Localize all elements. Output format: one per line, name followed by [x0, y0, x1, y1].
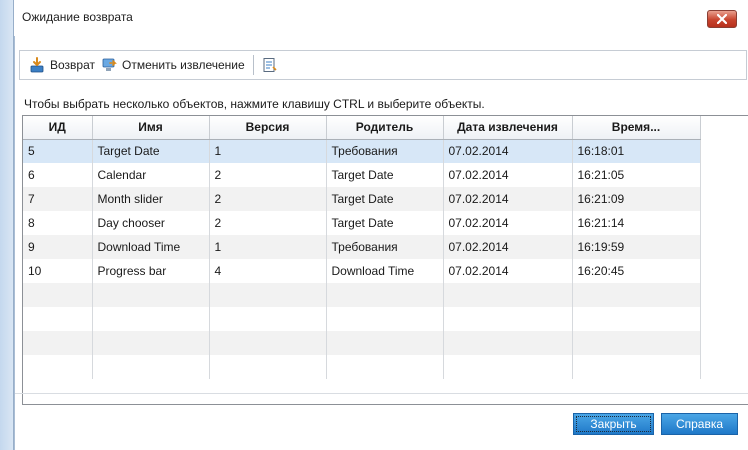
- checkin-label: Возврат: [50, 58, 95, 72]
- cell-parent: Target Date: [326, 163, 444, 187]
- cell-time: 16:21:14: [572, 211, 701, 235]
- dialog-content: Возврат Отменить извлечение Чтобы выбрат…: [14, 36, 748, 450]
- cell-time: 16:19:59: [572, 235, 701, 259]
- cell-time: 16:18:01: [572, 139, 701, 163]
- table-row[interactable]: 7 Month slider 2 Target Date 07.02.2014 …: [23, 187, 701, 211]
- cell-id: 6: [23, 163, 93, 187]
- toolbar-separator: [252, 55, 254, 75]
- selection-hint: Чтобы выбрать несколько объектов, нажмит…: [24, 97, 485, 111]
- cell-parent: Требования: [326, 139, 444, 163]
- table-row[interactable]: 8 Day chooser 2 Target Date 07.02.2014 1…: [23, 211, 701, 235]
- cell-name: Month slider: [92, 187, 210, 211]
- toolbar: Возврат Отменить извлечение: [19, 50, 747, 80]
- column-header-parent[interactable]: Родитель: [326, 116, 444, 140]
- cell-version: 1: [209, 139, 327, 163]
- table-row[interactable]: 5 Target Date 1 Требования 07.02.2014 16…: [23, 139, 701, 163]
- close-button[interactable]: Закрыть: [573, 413, 654, 435]
- cell-id: 10: [23, 259, 93, 283]
- cell-time: 16:20:45: [572, 259, 701, 283]
- cell-version: 4: [209, 259, 327, 283]
- close-icon: [717, 14, 727, 24]
- details-button[interactable]: [259, 54, 286, 76]
- help-button[interactable]: Справка: [661, 413, 738, 435]
- window-title: Ожидание возврата: [22, 10, 133, 24]
- checkin-button[interactable]: Возврат: [26, 54, 98, 76]
- cell-version: 2: [209, 211, 327, 235]
- undo-checkout-icon: [102, 58, 117, 71]
- checkout-grid[interactable]: ИД Имя Версия Родитель Дата извлечения В…: [22, 115, 748, 405]
- column-header-checkout-date[interactable]: Дата извлечения: [443, 116, 573, 140]
- undo-checkout-button[interactable]: Отменить извлечение: [98, 54, 248, 76]
- cell-id: 8: [23, 211, 93, 235]
- empty-row: [23, 307, 701, 331]
- cell-parent: Требования: [326, 235, 444, 259]
- cell-id: 7: [23, 187, 93, 211]
- undo-checkout-label: Отменить извлечение: [122, 58, 245, 72]
- column-header-time[interactable]: Время...: [572, 116, 701, 140]
- column-header-version[interactable]: Версия: [209, 116, 327, 140]
- column-header-name[interactable]: Имя: [92, 116, 210, 140]
- details-icon: [263, 58, 277, 72]
- table-row[interactable]: 10 Progress bar 4 Download Time 07.02.20…: [23, 259, 701, 283]
- cell-id: 5: [23, 139, 93, 163]
- cell-name: Progress bar: [92, 259, 210, 283]
- cell-name: Download Time: [92, 235, 210, 259]
- cell-id: 9: [23, 235, 93, 259]
- cell-name: Day chooser: [92, 211, 210, 235]
- title-bar[interactable]: Ожидание возврата: [14, 0, 748, 36]
- cell-date: 07.02.2014: [443, 163, 573, 187]
- cell-date: 07.02.2014: [443, 235, 573, 259]
- cell-parent: Target Date: [326, 211, 444, 235]
- checkout-table: ИД Имя Версия Родитель Дата извлечения В…: [23, 116, 701, 379]
- dialog-window: Ожидание возврата Возврат Отменить извле…: [0, 0, 748, 450]
- empty-row: [23, 331, 701, 355]
- footer-divider: [15, 393, 748, 394]
- cell-date: 07.02.2014: [443, 211, 573, 235]
- cell-version: 2: [209, 163, 327, 187]
- cell-name: Target Date: [92, 139, 210, 163]
- cell-date: 07.02.2014: [443, 139, 573, 163]
- cell-version: 2: [209, 187, 327, 211]
- cell-parent: Download Time: [326, 259, 444, 283]
- empty-row: [23, 283, 701, 307]
- window-frame-left: [0, 0, 14, 450]
- cell-date: 07.02.2014: [443, 187, 573, 211]
- cell-version: 1: [209, 235, 327, 259]
- cell-date: 07.02.2014: [443, 259, 573, 283]
- table-header-row: ИД Имя Версия Родитель Дата извлечения В…: [23, 116, 701, 140]
- cell-time: 16:21:05: [572, 163, 701, 187]
- column-header-id[interactable]: ИД: [23, 116, 93, 140]
- cell-parent: Target Date: [326, 187, 444, 211]
- checkin-icon: [30, 57, 44, 73]
- cell-name: Calendar: [92, 163, 210, 187]
- cell-time: 16:21:09: [572, 187, 701, 211]
- empty-row: [23, 355, 701, 379]
- table-row[interactable]: 6 Calendar 2 Target Date 07.02.2014 16:2…: [23, 163, 701, 187]
- window-close-button[interactable]: [707, 10, 737, 28]
- table-row[interactable]: 9 Download Time 1 Требования 07.02.2014 …: [23, 235, 701, 259]
